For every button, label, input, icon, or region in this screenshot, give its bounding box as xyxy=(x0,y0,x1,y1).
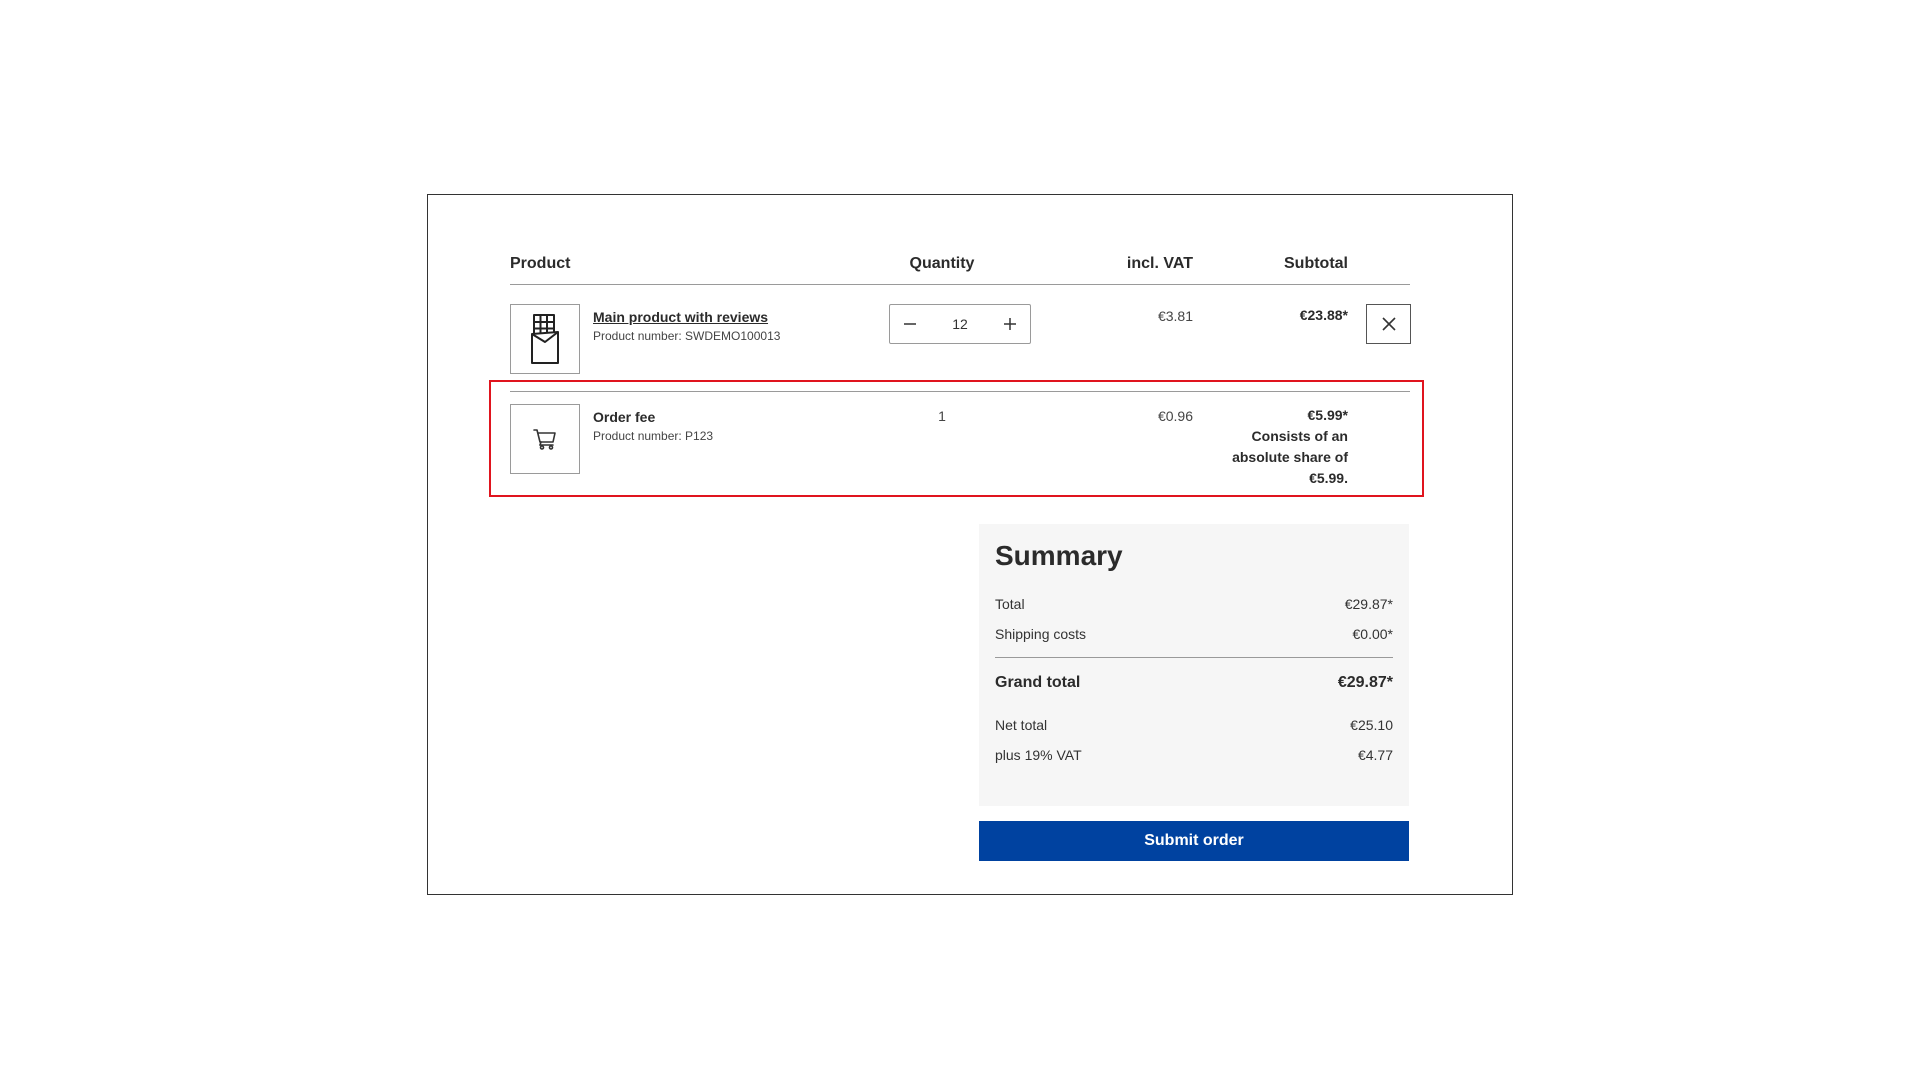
quantity-input[interactable] xyxy=(940,316,980,332)
summary-panel: Summary Total €29.87* Shipping costs €0.… xyxy=(979,524,1409,806)
product-name-link[interactable]: Main product with reviews xyxy=(593,309,768,325)
summary-net-total-label: Net total xyxy=(995,717,1048,733)
chocolate-bar-icon xyxy=(531,314,559,364)
quantity-decrease-button[interactable] xyxy=(890,305,930,343)
remove-item-button[interactable] xyxy=(1366,304,1411,344)
summary-total-value: €29.87* xyxy=(1344,596,1393,612)
quantity-stepper xyxy=(889,304,1031,344)
product-number: Product number: SWDEMO100013 xyxy=(593,329,781,343)
summary-vat-row: plus 19% VAT €4.77 xyxy=(995,747,1393,763)
summary-grand-total-row: Grand total €29.87* xyxy=(995,674,1393,692)
highlight-box xyxy=(489,380,1424,497)
summary-shipping-value: €0.00* xyxy=(1352,626,1393,642)
product-thumbnail[interactable] xyxy=(510,304,580,374)
header-divider xyxy=(510,284,1410,285)
column-header-incl-vat: incl. VAT xyxy=(1126,255,1193,272)
summary-grand-total-value: €29.87* xyxy=(1337,674,1393,691)
summary-total-label: Total xyxy=(995,596,1025,612)
summary-net-total-row: Net total €25.10 xyxy=(995,717,1393,733)
summary-divider xyxy=(995,657,1393,658)
quantity-increase-button[interactable] xyxy=(990,305,1030,343)
summary-net-total-value: €25.10 xyxy=(1350,717,1393,733)
summary-total-row: Total €29.87* xyxy=(995,596,1393,612)
item-subtotal: €23.88* xyxy=(1299,307,1348,323)
summary-shipping-row: Shipping costs €0.00* xyxy=(995,626,1393,642)
plus-icon xyxy=(1004,318,1016,330)
summary-grand-total-label: Grand total xyxy=(995,674,1081,691)
close-icon xyxy=(1381,317,1396,331)
summary-vat-value: €4.77 xyxy=(1357,747,1393,763)
submit-order-button[interactable]: Submit order xyxy=(979,821,1409,861)
summary-shipping-label: Shipping costs xyxy=(995,626,1087,642)
minus-icon xyxy=(904,323,916,325)
unit-price: €3.81 xyxy=(1157,308,1193,324)
column-header-quantity: Quantity xyxy=(909,255,975,272)
summary-title: Summary xyxy=(995,540,1123,571)
column-header-subtotal: Subtotal xyxy=(1284,255,1348,272)
checkout-frame: Product Quantity incl. VAT Subtotal Main… xyxy=(427,194,1513,895)
summary-vat-label: plus 19% VAT xyxy=(995,747,1082,763)
column-header-product: Product xyxy=(510,255,571,272)
